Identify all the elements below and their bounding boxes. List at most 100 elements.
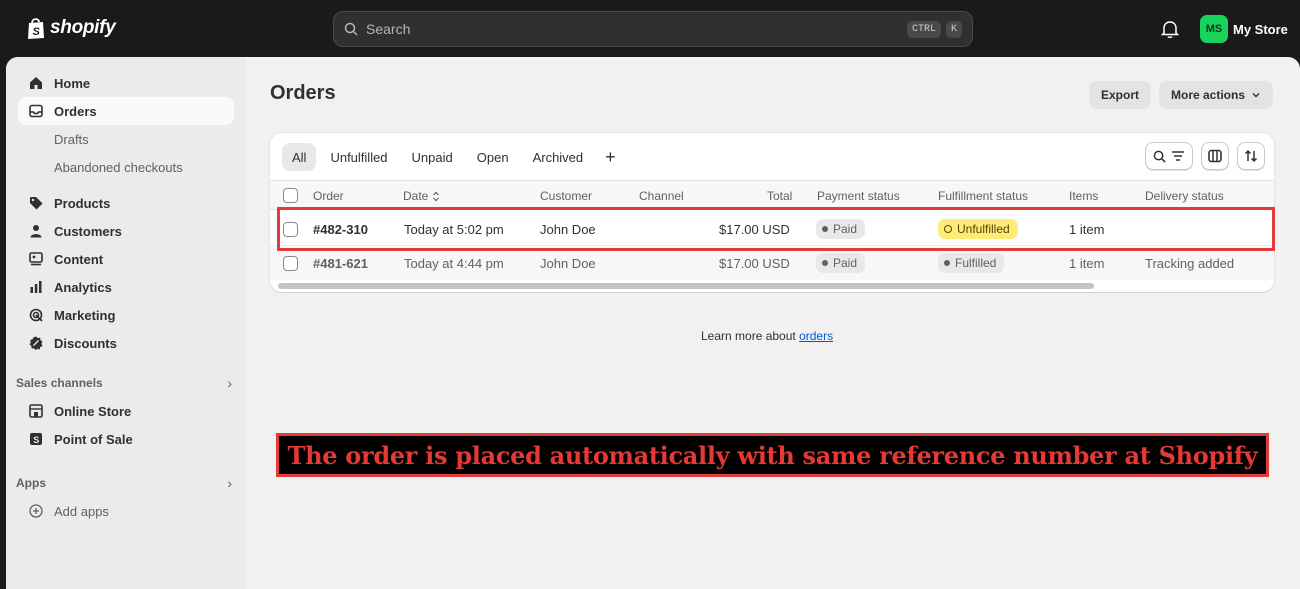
avatar: MS bbox=[1200, 15, 1228, 43]
tab-all[interactable]: All bbox=[282, 143, 317, 171]
sidebar-item-orders[interactable]: Orders bbox=[18, 97, 234, 125]
chevron-right-icon: › bbox=[227, 475, 232, 491]
person-icon bbox=[28, 223, 44, 239]
pos-icon: S bbox=[28, 431, 44, 447]
order-delivery-status: Tracking added bbox=[1145, 256, 1235, 271]
chevron-down-icon bbox=[1252, 93, 1260, 98]
sidebar-item-label: Home bbox=[54, 75, 91, 91]
order-items: 1 item bbox=[1069, 256, 1105, 271]
sort-chevrons-icon bbox=[433, 191, 440, 201]
shopify-logo[interactable]: S shopify bbox=[26, 16, 116, 40]
store-menu[interactable]: MS My Store bbox=[1200, 15, 1288, 43]
orders-help-link[interactable]: orders bbox=[799, 329, 833, 343]
orders-icon bbox=[28, 103, 44, 119]
column-customer[interactable]: Customer bbox=[540, 189, 592, 203]
store-name: My Store bbox=[1233, 21, 1288, 37]
highlight-box bbox=[277, 207, 1275, 251]
learn-more-prefix: Learn more about bbox=[701, 329, 800, 343]
discount-icon bbox=[28, 335, 44, 351]
annotation-banner: The order is placed automatically with s… bbox=[276, 433, 1269, 477]
column-delivery-status[interactable]: Delivery status bbox=[1145, 189, 1224, 203]
filter-icon bbox=[1172, 151, 1184, 161]
column-total[interactable]: Total bbox=[767, 189, 792, 203]
sidebar-subitem-abandoned-checkouts[interactable]: Abandoned checkouts bbox=[54, 153, 183, 181]
sales-channels-section[interactable]: Sales channels › bbox=[16, 372, 232, 394]
shortcut-k: K bbox=[945, 20, 962, 38]
sidebar-item-label: Discounts bbox=[54, 335, 117, 351]
column-date[interactable]: Date bbox=[403, 189, 440, 203]
sidebar-item-label: Point of Sale bbox=[54, 431, 133, 447]
tab-unpaid[interactable]: Unpaid bbox=[402, 143, 463, 171]
shortcut-ctrl: CTRL bbox=[906, 20, 941, 38]
sidebar-item-content[interactable]: Content bbox=[18, 245, 234, 273]
sidebar-item-label: Analytics bbox=[54, 279, 112, 295]
sidebar-item-label: Orders bbox=[54, 103, 97, 119]
select-all-checkbox[interactable] bbox=[283, 188, 298, 203]
search-placeholder: Search bbox=[366, 21, 411, 37]
sidebar-item-label: Marketing bbox=[54, 307, 116, 323]
column-date-label: Date bbox=[403, 189, 429, 203]
sidebar-item-online-store[interactable]: Online Store bbox=[18, 397, 234, 425]
sidebar-item-label: Content bbox=[54, 251, 104, 267]
content-icon bbox=[28, 251, 44, 267]
order-total: $17.00 USD bbox=[719, 256, 790, 271]
add-view-button[interactable]: + bbox=[597, 143, 624, 171]
tab-open[interactable]: Open bbox=[467, 143, 519, 171]
column-channel[interactable]: Channel bbox=[639, 189, 684, 203]
fulfillment-status-badge: Fulfilled bbox=[938, 253, 1005, 273]
chevron-right-icon: › bbox=[227, 375, 232, 391]
section-label: Sales channels bbox=[16, 376, 103, 390]
sidebar-item-home[interactable]: Home bbox=[18, 69, 234, 97]
columns-button[interactable] bbox=[1201, 142, 1229, 170]
fulfillment-status-label: Fulfilled bbox=[955, 256, 997, 270]
filter-tabs: All Unfulfilled Unpaid Open Archived + bbox=[282, 143, 624, 171]
section-label: Apps bbox=[16, 476, 46, 490]
target-icon bbox=[28, 307, 44, 323]
table-row[interactable]: #481-621 Today at 4:44 pm John Doe $17.0… bbox=[270, 247, 1274, 280]
column-fulfillment-status[interactable]: Fulfillment status bbox=[938, 189, 1028, 203]
row-checkbox[interactable] bbox=[283, 256, 298, 271]
sidebar-item-marketing[interactable]: Marketing bbox=[18, 301, 234, 329]
search-input[interactable]: Search CTRL K bbox=[333, 11, 973, 47]
brand-name: shopify bbox=[50, 17, 116, 38]
sort-button[interactable] bbox=[1237, 142, 1265, 170]
status-dot-icon bbox=[822, 260, 828, 266]
export-button[interactable]: Export bbox=[1089, 81, 1152, 109]
sidebar-item-label: Products bbox=[54, 195, 111, 211]
sidebar-item-add-apps[interactable]: Add apps bbox=[18, 497, 234, 525]
columns-icon bbox=[1208, 149, 1222, 163]
table-header: Order Date Customer Channel Total Paymen… bbox=[270, 180, 1274, 210]
top-bar: S shopify Search CTRL K MS My Store bbox=[0, 0, 1300, 57]
bell-icon[interactable] bbox=[1161, 19, 1179, 39]
search-filter-button[interactable] bbox=[1145, 142, 1193, 170]
apps-section[interactable]: Apps › bbox=[16, 472, 232, 494]
search-icon bbox=[1153, 150, 1166, 163]
app-shell: Home Orders Drafts Abandoned checkouts P… bbox=[6, 57, 1300, 589]
store-icon bbox=[28, 403, 44, 419]
svg-text:S: S bbox=[33, 26, 41, 38]
order-number[interactable]: #481-621 bbox=[313, 256, 368, 271]
payment-status-label: Paid bbox=[833, 256, 858, 270]
sidebar-item-customers[interactable]: Customers bbox=[18, 217, 234, 245]
status-dot-icon bbox=[944, 260, 950, 266]
horizontal-scrollbar[interactable] bbox=[278, 283, 1094, 289]
column-payment-status[interactable]: Payment status bbox=[817, 189, 900, 203]
more-actions-label: More actions bbox=[1171, 88, 1246, 102]
tag-icon bbox=[28, 195, 44, 211]
tab-archived[interactable]: Archived bbox=[523, 143, 594, 171]
bar-chart-icon bbox=[28, 279, 44, 295]
more-actions-button[interactable]: More actions bbox=[1159, 81, 1274, 109]
order-date: Today at 4:44 pm bbox=[404, 256, 504, 271]
payment-status-badge: Paid bbox=[816, 253, 866, 273]
sidebar-item-products[interactable]: Products bbox=[18, 189, 234, 217]
column-items[interactable]: Items bbox=[1069, 189, 1098, 203]
sidebar-item-analytics[interactable]: Analytics bbox=[18, 273, 234, 301]
order-customer: John Doe bbox=[540, 256, 596, 271]
column-order[interactable]: Order bbox=[313, 189, 344, 203]
page-title: Orders bbox=[270, 82, 336, 104]
sidebar-subitem-drafts[interactable]: Drafts bbox=[54, 125, 89, 153]
sidebar-item-discounts[interactable]: Discounts bbox=[18, 329, 234, 357]
learn-more-text: Learn more about orders bbox=[701, 329, 833, 343]
sidebar-item-point-of-sale[interactable]: S Point of Sale bbox=[18, 425, 234, 453]
tab-unfulfilled[interactable]: Unfulfilled bbox=[320, 143, 397, 171]
